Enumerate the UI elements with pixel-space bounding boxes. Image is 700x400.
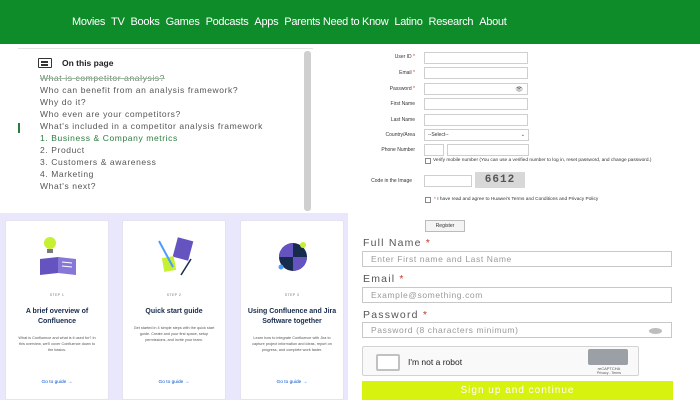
phone-label: Phone Number [381,147,415,153]
guide-card-quick-start[interactable]: STEP 2 Quick start guide Get started in … [122,220,226,400]
password-input[interactable]: Password (8 characters minimum) [362,322,672,338]
user-id-label: User ID * [394,54,415,60]
top-navigation-bar: Movies TV Books Games Podcasts Apps Pare… [0,0,700,44]
first-name-label: First Name [390,101,415,107]
toc-item[interactable]: 2. Product [40,145,313,155]
nav-item-books[interactable]: Books [131,16,160,28]
guide-step: STEP 2 [166,293,182,297]
guide-step: STEP 3 [284,293,300,297]
verify-mobile-text: Verify mobile number (You can use a veri… [433,158,652,163]
on-this-page-title: On this page [62,58,114,68]
table-of-contents-icon [38,58,52,68]
guide-title: Quick start guide [145,308,203,315]
full-name-label: Full Name * [363,237,432,249]
phone-country-code-input[interactable] [424,144,444,156]
on-this-page-list: What is competitor analysis? Who can ben… [18,73,313,191]
email-input[interactable] [424,67,528,79]
show-password-eye-icon[interactable]: 👁 [515,86,523,93]
email-label: Email * [363,273,405,285]
phone-number-input[interactable] [447,144,529,156]
guide-title: Using Confluence and Jira Software toget… [247,308,337,325]
nav-item-latino[interactable]: Latino [394,16,422,28]
recaptcha-privacy-terms-link[interactable]: Privacy - Terms [587,371,631,375]
book-lightbulb-icon [40,237,76,275]
agree-terms-checkbox[interactable] [425,197,431,203]
guide-title: A brief overview of Confluence [25,308,89,325]
nav-item-apps[interactable]: Apps [254,16,278,28]
toc-item[interactable]: Who can benefit from an analysis framewo… [40,85,313,95]
recaptcha-checkbox[interactable] [376,354,400,371]
nav-item-about[interactable]: About [479,16,507,28]
page-root: Movies TV Books Games Podcasts Apps Pare… [0,0,700,400]
sign-up-continue-button[interactable]: Sign up and continue [362,381,673,400]
chevron-down-icon: ⌄ [520,132,525,138]
guide-description: Learn how to integrate Confluence with J… [252,336,332,352]
password-label: Password * [363,309,429,321]
email-label: Email * [399,70,415,76]
toc-item[interactable]: What is competitor analysis? [40,73,313,83]
captcha-label: Code in the Image [371,178,412,184]
captcha-image[interactable]: 6612 [475,172,525,188]
nav-item-movies[interactable]: Movies [72,16,105,28]
active-item-indicator [18,123,20,133]
go-to-guide-link[interactable]: Go to guide → [123,380,225,385]
panel-scrollbar[interactable] [304,51,311,211]
recaptcha-widget: I'm not a robot reCAPTCHA Privacy - Term… [362,346,639,376]
guides-section: STEP 1 A brief overview of Confluence Wh… [0,213,348,400]
first-name-input[interactable] [424,98,528,110]
nav-item-research[interactable]: Research [429,16,474,28]
on-this-page-header: On this page [18,49,313,71]
on-this-page-panel: On this page What is competitor analysis… [18,48,313,213]
user-id-input[interactable] [424,52,528,64]
guide-description: Get started in 4 simple steps with the q… [133,326,215,342]
last-name-label: Last Name [390,117,415,123]
guide-card-overview[interactable]: STEP 1 A brief overview of Confluence Wh… [5,220,109,400]
toc-item[interactable]: 3. Customers & awareness [40,157,313,167]
nav-item-podcasts[interactable]: Podcasts [206,16,249,28]
go-to-guide-link[interactable]: Go to guide → [241,380,343,385]
agree-terms-text: * I have read and agree to Huawei's Term… [434,197,599,202]
nav-item-tv[interactable]: TV [111,16,125,28]
recaptcha-logo-icon [588,349,628,365]
password-label: Password * [389,86,415,92]
full-name-input[interactable]: Enter First name and Last Name [362,251,672,267]
pencil-paper-icon [158,237,194,276]
country-select[interactable]: --Select-- ⌄ [424,129,529,141]
email-input[interactable]: Example@something.com [362,287,672,303]
guide-step: STEP 1 [49,293,65,297]
guide-card-jira-integration[interactable]: STEP 3 Using Confluence and Jira Softwar… [240,220,344,400]
guide-description: What is Confluence and what is it used f… [18,336,96,352]
nav-item-games[interactable]: Games [166,16,200,28]
recaptcha-label: I'm not a robot [408,357,463,367]
puzzle-pieces-icon [278,242,307,271]
nav-item-parents-need-to-know[interactable]: Parents Need to Know [284,16,388,28]
last-name-input[interactable] [424,114,528,126]
toc-item-active[interactable]: 1. Business & Company metrics [40,133,313,143]
guide-illustration [241,221,345,281]
toc-item[interactable]: What's included in a competitor analysis… [40,121,313,131]
country-label: Country/Area [385,132,415,138]
password-input[interactable]: 👁 [424,83,528,95]
show-password-icon[interactable] [649,328,662,334]
toc-item[interactable]: What's next? [40,181,313,191]
go-to-guide-link[interactable]: Go to guide → [6,380,108,385]
verify-mobile-checkbox[interactable] [425,158,431,164]
guide-illustration [123,221,227,281]
toc-item[interactable]: Why do it? [40,97,313,107]
toc-item[interactable]: Who even are your competitors? [40,109,313,119]
register-button[interactable]: Register [425,220,465,232]
captcha-input[interactable] [424,175,472,187]
toc-item[interactable]: 4. Marketing [40,169,313,179]
guide-illustration [6,221,110,281]
